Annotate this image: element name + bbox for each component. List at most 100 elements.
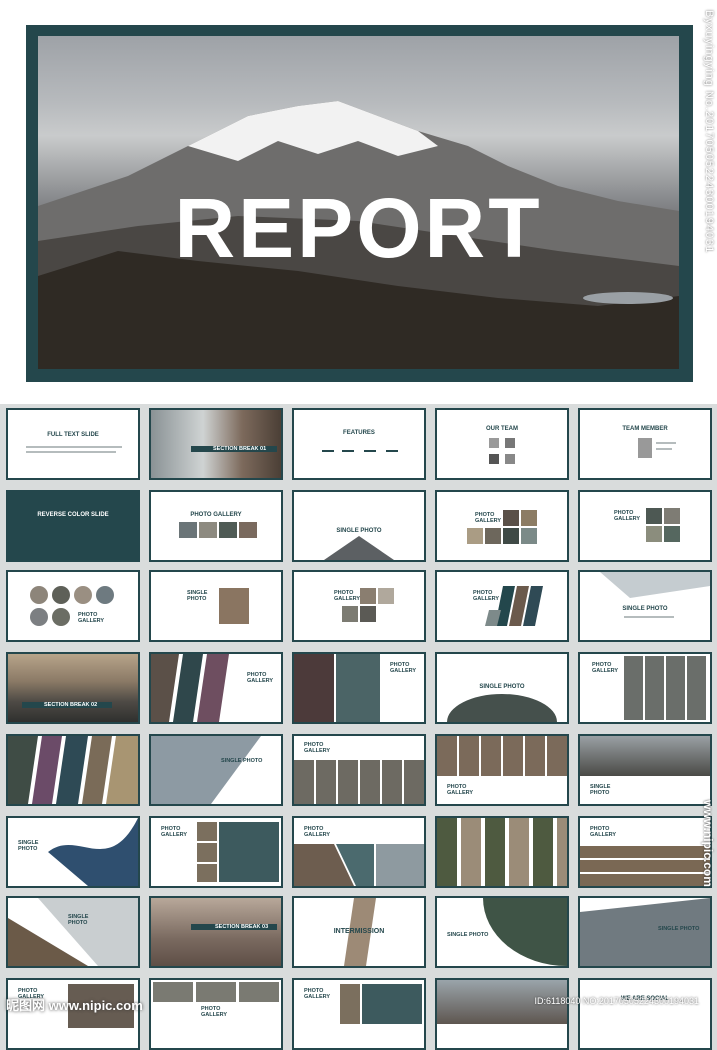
kayak-photo — [362, 984, 422, 1024]
slide-photo-gallery-7[interactable]: PHOTO GALLERY — [578, 652, 712, 724]
slide-single-photo-8[interactable]: SINGLE PHOTO — [6, 896, 140, 968]
forest-circle-photo — [483, 898, 567, 966]
gallery-photo — [179, 522, 197, 538]
winter-photo — [600, 572, 710, 598]
slide-label: PHOTO GALLERY — [304, 988, 331, 1001]
slide-label: TEAM MEMBER — [622, 426, 668, 432]
slide-single-photo-4[interactable]: SINGLE PHOTO — [435, 652, 569, 724]
slide-single-photo-6[interactable]: SINGLE PHOTO — [578, 734, 712, 806]
slide-label: PHOTO GALLERY — [590, 826, 617, 839]
slide-label: PHOTO GALLERY — [247, 672, 274, 685]
text-line — [26, 451, 116, 453]
slide-photo-gallery-5[interactable]: PHOTO GALLERY — [149, 652, 283, 724]
slide-label: SECTION BREAK 01 — [213, 446, 267, 452]
gallery-photo-grid — [294, 760, 424, 804]
gallery-photo — [503, 510, 519, 526]
slide-single-photo-10[interactable]: SINGLE PHOTO — [578, 896, 712, 968]
slide-photo-gallery-slanted[interactable]: PHOTO GALLERY — [435, 570, 569, 642]
member-photo — [638, 438, 652, 458]
slide-coast-photo[interactable] — [435, 978, 569, 1050]
slide-photo-gallery-15[interactable]: PHOTO GALLERY — [292, 978, 426, 1050]
gallery-photo-row — [153, 982, 279, 1002]
slide-label: SECTION BREAK 03 — [215, 924, 269, 930]
slide-label: PHOTO GALLERY — [592, 662, 619, 675]
slide-full-text[interactable]: FULL TEXT SLIDE — [6, 408, 140, 480]
slide-photo-gallery-4[interactable]: PHOTO GALLERY — [292, 570, 426, 642]
foggy-forest-photo — [151, 898, 281, 966]
kayak-photo — [219, 822, 279, 882]
gallery-photo — [360, 588, 376, 604]
slide-photo-gallery-9[interactable]: PHOTO GALLERY — [435, 734, 569, 806]
rocks-photo — [151, 410, 281, 478]
slide-label: PHOTO GALLERY — [201, 1006, 228, 1019]
slide-label: SINGLE PHOTO — [590, 784, 611, 797]
slide-single-photo-3[interactable]: SINGLE PHOTO — [578, 570, 712, 642]
slide-section-break-01[interactable]: SECTION BREAK 01 — [149, 408, 283, 480]
beach-photo — [8, 898, 138, 966]
slide-photo-gallery-2[interactable]: PHOTO GALLERY — [435, 490, 569, 562]
slide-thumbnail-grid: FULL TEXT SLIDE SECTION BREAK 01 FEATURE… — [0, 404, 717, 1050]
slanted-photo-strips — [294, 844, 424, 886]
gallery-photo — [360, 606, 376, 622]
slide-intermission[interactable]: INTERMISSION — [292, 896, 426, 968]
team-avatar — [489, 454, 499, 464]
slide-label: PHOTO GALLERY — [161, 826, 188, 839]
gallery-photo — [521, 510, 537, 526]
slide-single-photo-7[interactable]: SINGLE PHOTO — [6, 816, 140, 888]
gallery-photo — [646, 508, 662, 524]
slide-photo-gallery-11[interactable]: PHOTO GALLERY — [292, 816, 426, 888]
slide-features[interactable]: FEATURES — [292, 408, 426, 480]
forest-photo — [580, 736, 710, 776]
slide-single-photo-5[interactable]: SINGLE PHOTO — [149, 734, 283, 806]
semicircle-photo — [447, 694, 557, 722]
slide-circle-gallery[interactable]: PHOTO GALLERY — [6, 570, 140, 642]
gallery-photo-column — [197, 822, 217, 882]
text-line — [624, 616, 674, 618]
slide-label: PHOTO GALLERY — [334, 590, 361, 603]
slide-label: INTERMISSION — [333, 928, 385, 935]
gallery-photo — [664, 526, 680, 542]
text-line — [26, 446, 122, 448]
slide-section-break-03[interactable]: SECTION BREAK 03 — [149, 896, 283, 968]
slide-label: SINGLE PHOTO — [336, 528, 382, 534]
slanted-photo-strips — [8, 736, 138, 804]
feature-icon — [386, 450, 398, 452]
gallery-photo — [503, 528, 519, 544]
hero-mountain-photo: REPORT — [38, 36, 679, 369]
side-url-watermark: www.nipic.com — [701, 800, 715, 887]
slide-photo-strips[interactable] — [435, 816, 569, 888]
gallery-photo — [664, 508, 680, 524]
slide-photo-gallery-12[interactable]: PHOTO GALLERY — [578, 816, 712, 888]
slide-section-break-02[interactable]: SECTION BREAK 02 — [6, 652, 140, 724]
gallery-photo — [467, 528, 483, 544]
slide-photo-gallery-8[interactable]: PHOTO GALLERY — [292, 734, 426, 806]
slide-we-are-social[interactable]: WE ARE SOCIAL — [578, 978, 712, 1050]
slide-single-photo-9[interactable]: SINGLE PHOTO — [435, 896, 569, 968]
circle-photo — [52, 586, 70, 604]
slide-photo-gallery[interactable]: PHOTO GALLERY — [149, 490, 283, 562]
slide-single-photo-2[interactable]: SINGLE PHOTO — [149, 570, 283, 642]
slide-label: PHOTO GALLERY — [614, 510, 641, 523]
slide-photo-gallery-14[interactable]: PHOTO GALLERY — [149, 978, 283, 1050]
slide-reverse-color[interactable]: REVERSE COLOR SLIDE — [6, 490, 140, 562]
slide-slanted-gallery[interactable] — [6, 734, 140, 806]
feature-icon — [342, 450, 354, 452]
gallery-photo — [239, 522, 257, 538]
slide-team-member[interactable]: TEAM MEMBER — [578, 408, 712, 480]
slide-label: SINGLE PHOTO — [221, 758, 263, 764]
slide-label: PHOTO GALLERY — [304, 742, 331, 755]
slide-our-team[interactable]: OUR TEAM — [435, 408, 569, 480]
slide-label: REVERSE COLOR SLIDE — [37, 512, 109, 518]
gallery-photo-rows — [580, 846, 710, 886]
gallery-photo-grid — [624, 656, 708, 720]
slide-single-photo[interactable]: SINGLE PHOTO — [292, 490, 426, 562]
circle-photo — [30, 586, 48, 604]
slide-photo-gallery-10[interactable]: PHOTO GALLERY — [149, 816, 283, 888]
slide-photo-gallery-3[interactable]: PHOTO GALLERY — [578, 490, 712, 562]
image-id-watermark: ID:6118040 NO:20170505224300194031 — [534, 996, 699, 1006]
gallery-photo-grid — [437, 736, 567, 776]
mountain-photo — [151, 736, 261, 804]
slide-photo-gallery-6[interactable]: PHOTO GALLERY — [292, 652, 426, 724]
slide-label: SINGLE PHOTO — [658, 926, 700, 932]
hero-slide[interactable]: REPORT Byxuyingying No.20170505224300194… — [0, 0, 717, 404]
